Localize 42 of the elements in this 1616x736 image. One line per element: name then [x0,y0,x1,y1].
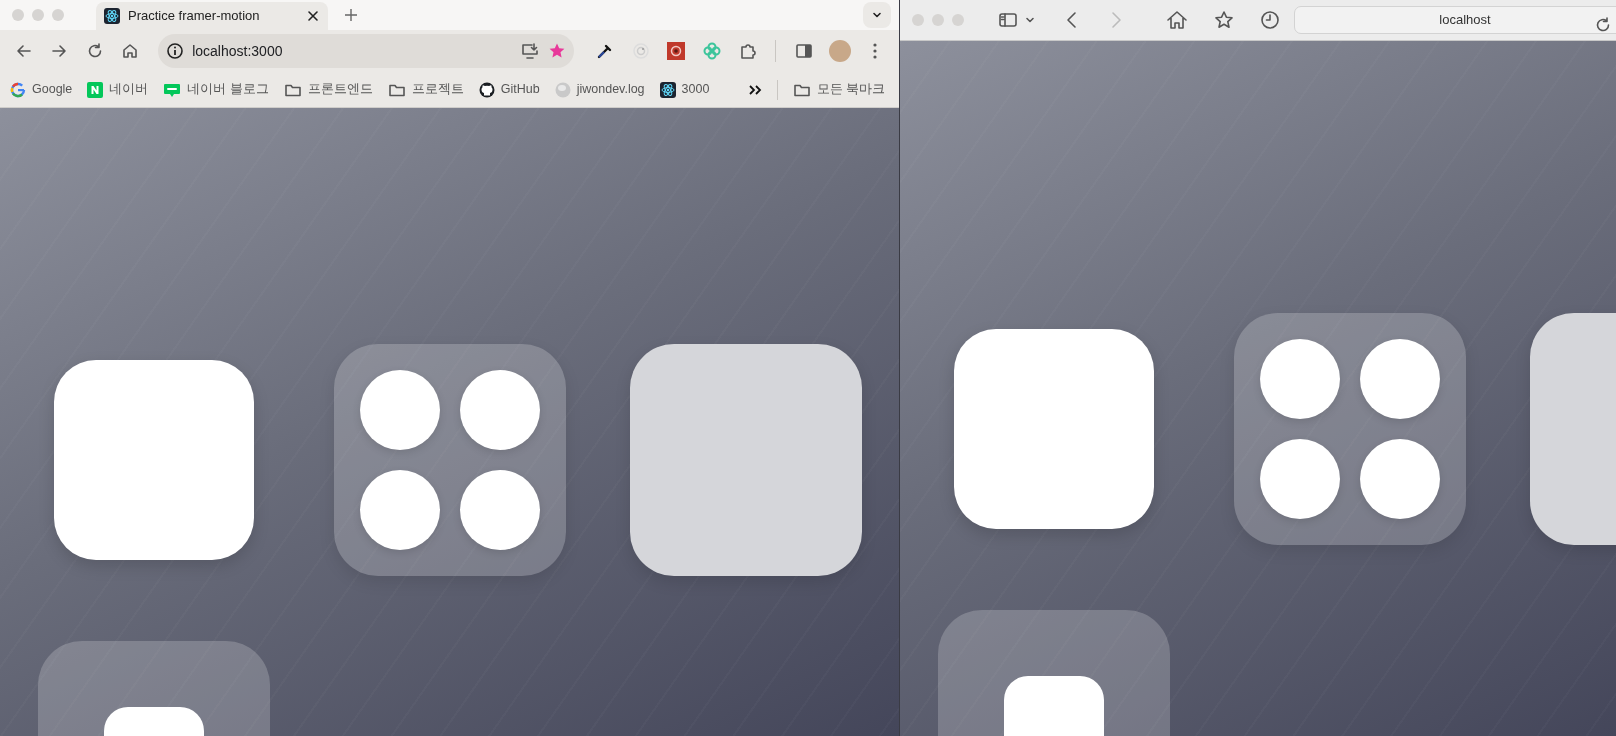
clock-icon[interactable] [1260,10,1280,30]
dot-grid-tile[interactable] [334,344,566,576]
more-icon[interactable] [872,42,879,60]
bookmark[interactable]: GitHub [478,80,540,99]
sidebar-icon[interactable] [998,11,1018,29]
bookmark[interactable]: 3000 [659,80,710,99]
side-panel-icon[interactable] [795,42,814,60]
dot-grid-tile[interactable] [1234,313,1466,545]
chat-bubble-icon [163,81,182,98]
close-icon[interactable] [306,9,320,23]
atom-icon [104,8,120,24]
bookmark[interactable]: 네이버 [87,80,149,99]
plus-icon[interactable] [344,8,358,22]
home-icon[interactable] [121,42,140,60]
back-icon[interactable] [14,42,33,60]
atom-icon [659,81,676,98]
info-icon [166,42,185,60]
bookmark[interactable]: 모든 북마크 [792,80,885,99]
tile[interactable] [54,360,254,560]
tile[interactable] [954,329,1154,529]
bookmark[interactable]: 프로젝트 [387,80,464,99]
star-icon[interactable] [547,42,566,60]
install-icon[interactable] [519,42,540,60]
reload-icon[interactable] [1595,16,1611,33]
home-icon[interactable] [1166,10,1188,30]
bookmark[interactable]: jiwondev.log [554,80,645,99]
tile[interactable] [630,344,862,576]
puzzle-icon[interactable] [738,42,757,60]
forward-icon[interactable] [50,42,69,60]
bookmark[interactable]: Google [10,80,73,99]
bookmark[interactable]: 네이버 블로그 [163,80,269,99]
bookmark[interactable]: 프론트엔드 [283,80,373,99]
sphere-icon [554,81,571,98]
extension-icon[interactable] [667,42,686,60]
address-bar[interactable]: localhost:3000 [158,34,574,68]
google-icon [10,81,26,98]
address-bar[interactable]: localhost [1294,6,1616,34]
tab-title: Practice framer-motion [128,7,261,26]
site-icon [87,81,104,98]
star-icon[interactable] [1214,10,1234,30]
browser-tab[interactable]: Practice framer-motion [96,2,328,30]
octocat-icon [478,81,495,98]
